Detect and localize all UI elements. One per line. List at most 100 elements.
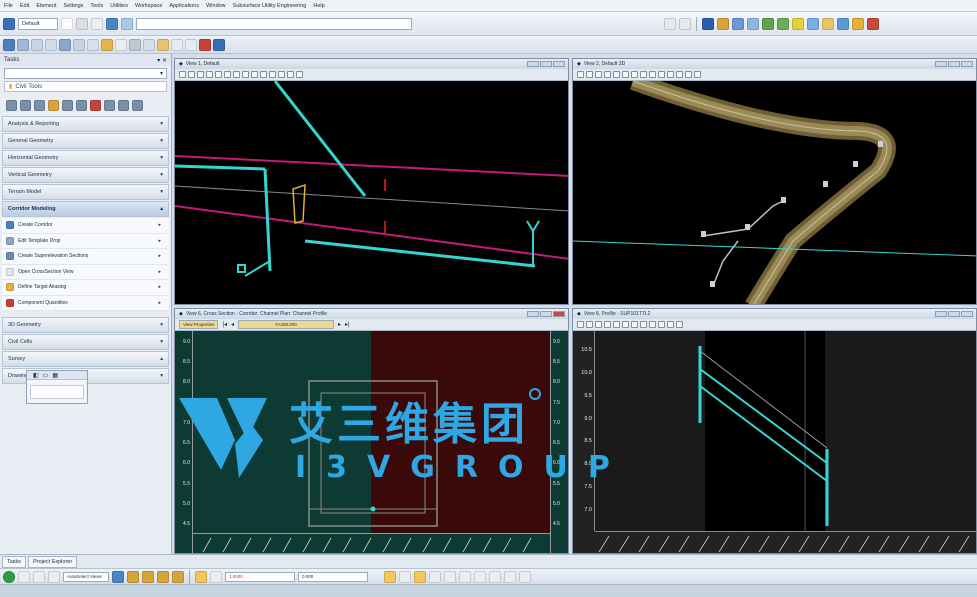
arrange-icon[interactable] bbox=[157, 570, 169, 583]
level-combo[interactable]: Default bbox=[18, 17, 58, 30]
element-info-icon[interactable] bbox=[717, 17, 729, 30]
autoselect-views-combo[interactable]: AutoSelect Views bbox=[63, 571, 109, 582]
close-icon[interactable]: ▾ ✕ bbox=[157, 57, 167, 64]
arc-icon[interactable] bbox=[429, 570, 441, 583]
redo-icon[interactable] bbox=[185, 38, 197, 51]
minimize-button[interactable] bbox=[935, 61, 947, 67]
move-icon[interactable] bbox=[459, 570, 471, 583]
3d-view-canvas[interactable] bbox=[573, 81, 977, 305]
view-settings-icon[interactable] bbox=[595, 71, 602, 78]
explorer-icon[interactable] bbox=[852, 17, 864, 30]
trim-icon[interactable] bbox=[504, 570, 516, 583]
subitem-component-quantities[interactable]: Component Quantities ▸ bbox=[2, 295, 169, 311]
rotate-icon[interactable] bbox=[649, 71, 656, 78]
view-next-icon[interactable] bbox=[676, 71, 683, 78]
help-icon[interactable] bbox=[213, 38, 225, 51]
view-properties-button[interactable]: View Properties bbox=[179, 320, 219, 329]
print-icon[interactable] bbox=[129, 38, 141, 51]
task-icon-4[interactable] bbox=[48, 99, 59, 111]
task-icon-1[interactable] bbox=[6, 99, 17, 111]
first-icon[interactable]: |◂ bbox=[222, 321, 227, 328]
category-survey[interactable]: Survey ▴ bbox=[2, 351, 169, 367]
update-icon[interactable] bbox=[604, 71, 611, 78]
menu-settings[interactable]: Settings bbox=[64, 3, 84, 9]
category-3d-geometry[interactable]: 3D Geometry ▾ bbox=[2, 317, 169, 333]
record-icon[interactable] bbox=[199, 38, 211, 51]
tab-project-explorer[interactable]: Project Explorer bbox=[28, 555, 78, 568]
zoom-out-icon[interactable] bbox=[224, 71, 231, 78]
plan-view-canvas[interactable] bbox=[175, 81, 569, 305]
checkmark-icon[interactable] bbox=[210, 570, 222, 583]
zoom-out-icon[interactable] bbox=[622, 321, 629, 328]
maximize-button[interactable] bbox=[540, 311, 552, 317]
maximize-button[interactable] bbox=[948, 61, 960, 67]
task-icon-10[interactable] bbox=[132, 99, 143, 111]
window-area-icon[interactable] bbox=[233, 71, 240, 78]
accudraw-icon[interactable] bbox=[195, 570, 207, 583]
locks-icon[interactable] bbox=[33, 570, 45, 583]
weight-icon[interactable] bbox=[91, 17, 103, 30]
copy-view-icon[interactable] bbox=[287, 71, 294, 78]
task-icon-9[interactable] bbox=[118, 99, 129, 111]
measure-icon[interactable] bbox=[519, 570, 531, 583]
minimize-button[interactable] bbox=[527, 311, 539, 317]
fit-view-icon[interactable] bbox=[640, 321, 647, 328]
view-settings-icon[interactable] bbox=[197, 71, 204, 78]
task-icon-2[interactable] bbox=[20, 99, 31, 111]
raster-icon[interactable] bbox=[777, 17, 789, 30]
category-horizontal-geometry[interactable]: Horizontal Geometry ▾ bbox=[2, 150, 169, 166]
fence-icon[interactable] bbox=[73, 38, 85, 51]
levels-display-icon[interactable] bbox=[59, 38, 71, 51]
display-style-icon[interactable] bbox=[586, 71, 593, 78]
clip-icon[interactable] bbox=[296, 71, 303, 78]
linestyle-icon[interactable] bbox=[76, 17, 88, 30]
copy-view-icon[interactable] bbox=[685, 71, 692, 78]
menu-help[interactable]: Help bbox=[313, 3, 324, 9]
undo-icon[interactable] bbox=[171, 38, 183, 51]
toolbox-icon-3[interactable]: ▦ bbox=[52, 372, 58, 379]
circle-icon[interactable] bbox=[444, 570, 456, 583]
toolbox-icon-1[interactable]: ◧ bbox=[33, 372, 39, 379]
element-selection-icon[interactable] bbox=[3, 570, 15, 583]
close-button[interactable] bbox=[961, 61, 973, 67]
view-8[interactable]: ◆ View 8, Profile - SUP101TTL2 10.5 10.0… bbox=[572, 308, 977, 554]
attribute-icon[interactable] bbox=[45, 38, 57, 51]
new-icon[interactable] bbox=[3, 38, 15, 51]
zoom-out-icon[interactable] bbox=[622, 71, 629, 78]
windows-icon[interactable] bbox=[112, 570, 124, 583]
update-icon[interactable] bbox=[206, 71, 213, 78]
snap-icon[interactable] bbox=[664, 17, 676, 30]
tile-icon[interactable] bbox=[142, 570, 154, 583]
display-style-icon[interactable] bbox=[586, 321, 593, 328]
help-icon[interactable] bbox=[837, 17, 849, 30]
toolbox-icon-2[interactable]: ▭ bbox=[43, 372, 49, 379]
menu-applications[interactable]: Applications bbox=[169, 3, 199, 9]
profile-canvas[interactable] bbox=[595, 331, 977, 533]
class-combo[interactable] bbox=[136, 17, 412, 30]
close-button[interactable] bbox=[961, 311, 973, 317]
task-icon-3[interactable] bbox=[34, 99, 45, 111]
pan-icon[interactable] bbox=[658, 71, 665, 78]
distance-field[interactable]: 1.0000 bbox=[225, 571, 295, 582]
display-style-icon[interactable] bbox=[188, 71, 195, 78]
subitem-target-aliasing[interactable]: Define Target Aliasing ▸ bbox=[2, 280, 169, 296]
view-2[interactable]: ◆ View 2, Default 3D bbox=[572, 58, 977, 305]
view-previous-icon[interactable] bbox=[667, 321, 674, 328]
previous-icon[interactable]: ◂ bbox=[231, 321, 234, 328]
smartline-icon[interactable] bbox=[384, 570, 396, 583]
task-icon-5[interactable] bbox=[62, 99, 73, 111]
category-civil-cells[interactable]: Civil Cells ▾ bbox=[2, 334, 169, 350]
menu-edit[interactable]: Edit bbox=[20, 3, 29, 9]
color-icon[interactable] bbox=[61, 17, 73, 30]
pan-icon[interactable] bbox=[658, 321, 665, 328]
open-icon[interactable] bbox=[101, 38, 113, 51]
tab-tasks[interactable]: Tasks bbox=[2, 555, 27, 568]
close-tool-icon[interactable] bbox=[867, 17, 879, 30]
last-icon[interactable]: ▸| bbox=[345, 321, 350, 328]
view-previous-icon[interactable] bbox=[269, 71, 276, 78]
maximize-button[interactable] bbox=[540, 61, 552, 67]
subitem-create-corridor[interactable]: Create Corridor ▸ bbox=[2, 218, 169, 234]
menu-window[interactable]: Window bbox=[206, 3, 226, 9]
save-icon[interactable] bbox=[115, 38, 127, 51]
menu-utilities[interactable]: Utilities bbox=[110, 3, 128, 9]
